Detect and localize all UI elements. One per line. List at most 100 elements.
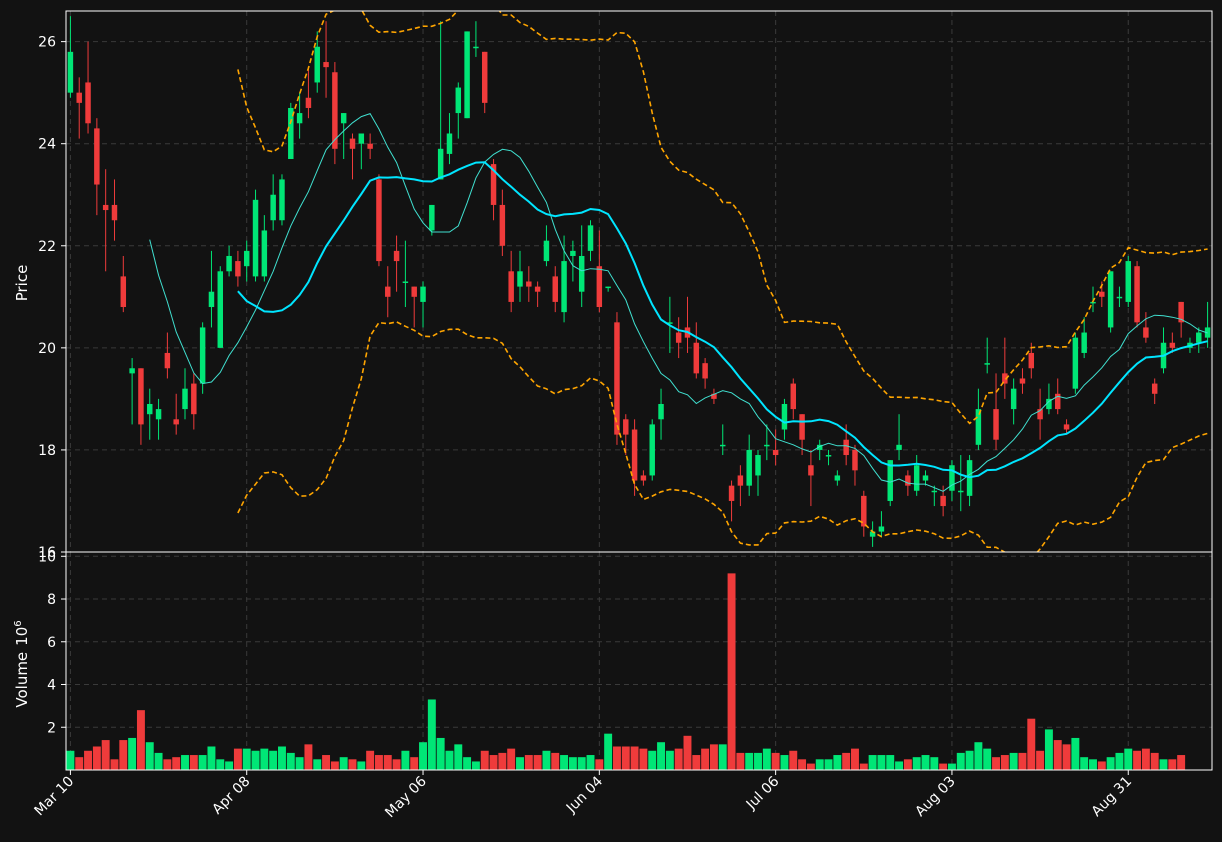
candle-body bbox=[905, 475, 911, 486]
volume-bar bbox=[657, 742, 666, 770]
volume-bar bbox=[463, 757, 472, 770]
volume-bar bbox=[436, 737, 445, 770]
volume-bar bbox=[921, 755, 930, 770]
price-ytick-label: 18 bbox=[38, 443, 56, 459]
candle-body bbox=[270, 194, 276, 221]
volume-bar bbox=[762, 748, 771, 770]
candle-body bbox=[314, 46, 320, 83]
candle-body bbox=[852, 449, 858, 471]
volume-bar bbox=[524, 755, 533, 770]
candle-body bbox=[85, 82, 91, 124]
candle-body bbox=[508, 271, 514, 302]
candle-body bbox=[781, 403, 788, 430]
volume-bar bbox=[128, 737, 137, 770]
volume-bar bbox=[392, 759, 401, 770]
candle-body bbox=[1099, 291, 1105, 297]
candle-body bbox=[623, 419, 629, 435]
candle-body bbox=[755, 455, 761, 476]
candle-body bbox=[367, 143, 373, 149]
price-ytick-label: 24 bbox=[38, 137, 56, 153]
candle-body bbox=[305, 97, 312, 108]
volume-bar bbox=[895, 761, 904, 770]
volume-bar bbox=[1168, 759, 1177, 770]
volume-bar bbox=[956, 752, 965, 770]
volume-axis-exponent-base: 10 bbox=[13, 627, 31, 646]
volume-bar bbox=[709, 744, 718, 770]
volume-bar bbox=[471, 761, 480, 770]
candle-body bbox=[67, 51, 74, 93]
candle-body bbox=[261, 230, 268, 277]
volume-bar bbox=[930, 757, 939, 770]
volume-bar bbox=[551, 752, 560, 770]
volume-axis-exponent: 6 bbox=[13, 620, 24, 626]
volume-bar bbox=[842, 752, 851, 770]
candle-body bbox=[1143, 327, 1149, 338]
volume-bar bbox=[1089, 759, 1097, 770]
volume-bar bbox=[1018, 752, 1027, 770]
volume-bar bbox=[1080, 757, 1089, 770]
volume-axis-title: Volume 106 bbox=[13, 620, 31, 707]
candle-body bbox=[702, 363, 708, 379]
volume-ytick-label: 4 bbox=[47, 678, 56, 694]
volume-bar bbox=[357, 761, 366, 770]
volume-bar bbox=[216, 759, 225, 770]
candle-body bbox=[534, 286, 541, 292]
candle-body bbox=[499, 204, 506, 246]
volume-bar bbox=[145, 742, 154, 770]
candle-body bbox=[376, 179, 382, 262]
candle-body bbox=[631, 429, 638, 481]
volume-bar bbox=[427, 699, 436, 770]
candle-body bbox=[455, 87, 462, 114]
candle-body bbox=[402, 281, 409, 283]
candle-body bbox=[358, 133, 365, 144]
volume-bar bbox=[75, 757, 84, 770]
candle-body bbox=[129, 368, 135, 374]
candle-body bbox=[561, 261, 567, 313]
volume-bar bbox=[595, 759, 604, 770]
volume-bar bbox=[542, 750, 551, 770]
candle-body bbox=[155, 409, 162, 420]
volume-bar bbox=[789, 750, 798, 770]
candle-body bbox=[526, 281, 532, 287]
volume-bar bbox=[286, 752, 295, 770]
candle-body bbox=[940, 495, 946, 507]
volume-bar bbox=[648, 750, 657, 770]
candle-body bbox=[808, 465, 814, 476]
candle-body bbox=[1107, 271, 1114, 328]
volume-bar bbox=[665, 750, 674, 770]
volume-bar bbox=[110, 759, 119, 770]
candle-body bbox=[552, 276, 558, 302]
candle-body bbox=[1116, 296, 1123, 299]
candle-body bbox=[429, 204, 435, 231]
volume-bar bbox=[278, 746, 286, 770]
candle-body bbox=[182, 388, 188, 410]
candle-body bbox=[164, 352, 171, 369]
candle-body bbox=[764, 444, 770, 447]
volume-bar bbox=[260, 748, 269, 770]
volume-bar bbox=[198, 755, 207, 770]
candle-body bbox=[834, 475, 841, 481]
candle-body bbox=[349, 138, 356, 149]
volume-bar bbox=[815, 759, 824, 770]
candle-body bbox=[385, 286, 391, 297]
volume-bar bbox=[225, 761, 234, 770]
price-ytick-label: 20 bbox=[38, 341, 56, 357]
volume-axis-title-text: Volume bbox=[13, 652, 31, 708]
volume-bar bbox=[401, 750, 410, 770]
chart-background bbox=[0, 0, 1222, 842]
volume-bar bbox=[1053, 740, 1062, 770]
volume-bar bbox=[771, 752, 780, 770]
candle-body bbox=[1028, 352, 1035, 369]
candle-body bbox=[746, 449, 752, 486]
volume-bar bbox=[322, 755, 331, 770]
volume-bar bbox=[806, 763, 815, 770]
candle-body bbox=[235, 261, 241, 277]
candle-body bbox=[578, 255, 585, 292]
volume-bar bbox=[1133, 750, 1142, 770]
volume-bar bbox=[1141, 748, 1150, 770]
volume-bar bbox=[1124, 748, 1133, 770]
volume-bar bbox=[66, 750, 75, 770]
candle-body bbox=[120, 276, 127, 308]
volume-bar bbox=[172, 757, 181, 770]
candle-body bbox=[843, 439, 849, 456]
